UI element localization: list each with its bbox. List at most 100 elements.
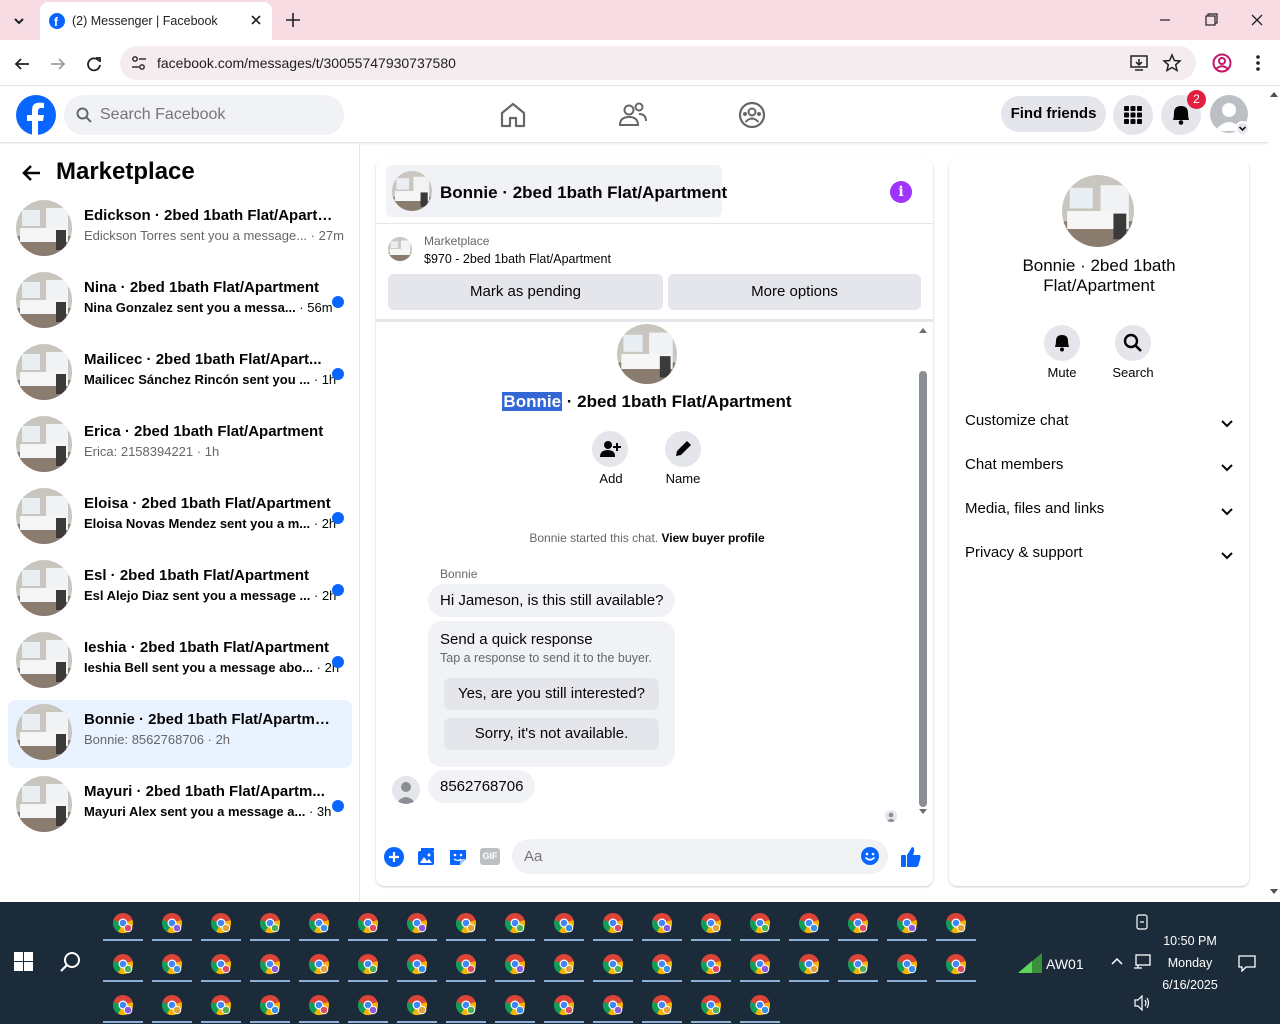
search-in-chat-button[interactable] <box>1115 325 1151 361</box>
emoji-icon[interactable] <box>860 846 880 866</box>
chrome-window-icon[interactable] <box>210 953 232 975</box>
search-box[interactable] <box>64 95 344 135</box>
chrome-window-icon[interactable] <box>504 994 526 1016</box>
chrome-window-icon[interactable] <box>308 953 330 975</box>
chrome-window-icon[interactable] <box>651 912 673 934</box>
bookmark-star-icon[interactable] <box>1162 53 1182 73</box>
facebook-logo-icon[interactable] <box>16 95 56 135</box>
chrome-window-icon[interactable] <box>896 912 918 934</box>
clock-day[interactable]: Monday <box>1152 956 1228 970</box>
back-arrow-icon[interactable] <box>20 161 44 185</box>
conversation-item[interactable]: Mailicec · 2bed 1bath Flat/Apart... Maili… <box>8 340 352 408</box>
info-icon[interactable]: i <box>890 181 912 203</box>
page-scrollbar[interactable] <box>1268 87 1280 902</box>
conversation-item[interactable]: Erica · 2bed 1bath Flat/Apartment Erica: … <box>8 412 352 480</box>
conversation-item[interactable]: Eloisa · 2bed 1bath Flat/Apartment Eloisa… <box>8 484 352 552</box>
gif-icon[interactable]: GIF <box>480 848 500 865</box>
clock-time[interactable]: 10:50 PM <box>1152 934 1228 948</box>
details-section-row[interactable]: Chat members <box>965 456 1235 480</box>
chrome-window-icon[interactable] <box>259 912 281 934</box>
chrome-window-icon[interactable] <box>406 912 428 934</box>
chrome-window-icon[interactable] <box>651 953 673 975</box>
conversation-item[interactable]: Mayuri · 2bed 1bath Flat/Apartm... Mayuri… <box>8 772 352 840</box>
tab-search-dropdown-icon[interactable] <box>6 10 32 32</box>
chrome-window-icon[interactable] <box>651 994 673 1016</box>
chrome-window-icon[interactable] <box>308 912 330 934</box>
snipping-tool-icon[interactable] <box>112 912 134 934</box>
chrome-window-icon[interactable] <box>112 953 134 975</box>
find-friends-button[interactable]: Find friends <box>1001 96 1106 132</box>
details-section-row[interactable]: Customize chat <box>965 412 1235 436</box>
forward-icon[interactable] <box>46 52 70 76</box>
message-composer[interactable] <box>512 839 888 874</box>
chrome-window-icon[interactable] <box>455 912 477 934</box>
chrome-window-icon[interactable] <box>161 953 183 975</box>
chrome-window-icon[interactable] <box>798 953 820 975</box>
close-tab-icon[interactable] <box>246 10 266 30</box>
chrome-window-icon[interactable] <box>798 912 820 934</box>
more-actions-icon[interactable] <box>384 847 404 867</box>
search-input[interactable] <box>100 95 330 135</box>
chrome-window-icon[interactable] <box>700 912 722 934</box>
conversation-item[interactable]: Nina · 2bed 1bath Flat/Apartment Nina Gon… <box>8 268 352 336</box>
chrome-window-icon[interactable] <box>308 994 330 1016</box>
network-monitor-icon[interactable] <box>1133 954 1151 970</box>
chrome-window-icon[interactable] <box>210 994 232 1016</box>
browser-tab[interactable]: f (2) Messenger | Facebook <box>40 2 272 40</box>
sticker-icon[interactable] <box>448 847 468 867</box>
chrome-window-icon[interactable] <box>553 912 575 934</box>
mute-button[interactable] <box>1044 325 1080 361</box>
chrome-window-icon[interactable] <box>504 912 526 934</box>
friends-icon[interactable] <box>617 99 649 131</box>
chrome-window-icon[interactable] <box>357 953 379 975</box>
chrome-window-icon[interactable] <box>945 912 967 934</box>
add-person-button[interactable] <box>592 431 628 467</box>
chrome-menu-icon[interactable] <box>1250 52 1266 74</box>
chrome-window-icon[interactable] <box>210 912 232 934</box>
more-options-button[interactable]: More options <box>668 274 921 310</box>
clock-date[interactable]: 6/16/2025 <box>1152 978 1228 992</box>
chrome-window-icon[interactable] <box>259 953 281 975</box>
chrome-window-icon[interactable] <box>847 953 869 975</box>
chrome-window-icon[interactable] <box>602 953 624 975</box>
conversation-item[interactable]: Ieshia · 2bed 1bath Flat/Apartment Ieshia… <box>8 628 352 696</box>
site-info-icon[interactable] <box>130 55 148 71</box>
address-bar[interactable]: facebook.com/messages/t/3005574793073758… <box>120 46 1196 80</box>
chrome-window-icon[interactable] <box>161 994 183 1016</box>
chrome-window-icon[interactable] <box>749 912 771 934</box>
chrome-window-icon[interactable] <box>112 994 134 1016</box>
chrome-window-icon[interactable] <box>945 953 967 975</box>
chat-scrollbar-thumb[interactable] <box>919 371 927 807</box>
chrome-window-icon[interactable] <box>602 912 624 934</box>
taskbar-search-icon[interactable] <box>60 951 82 973</box>
chrome-window-icon[interactable] <box>259 994 281 1016</box>
edit-name-button[interactable] <box>665 431 701 467</box>
show-hidden-icons-chevron[interactable] <box>1110 956 1124 966</box>
like-thumb-icon[interactable] <box>899 845 923 869</box>
mark-as-pending-button[interactable]: Mark as pending <box>388 274 663 310</box>
new-tab-icon[interactable] <box>282 9 304 31</box>
windows-start-icon[interactable] <box>14 952 34 972</box>
account-chevron-icon[interactable] <box>1235 121 1250 136</box>
chrome-window-icon[interactable] <box>455 994 477 1016</box>
chrome-window-icon[interactable] <box>357 912 379 934</box>
view-buyer-profile-link[interactable]: View buyer profile <box>661 531 764 545</box>
restore-window-icon[interactable] <box>1196 8 1226 32</box>
attach-photo-icon[interactable] <box>416 847 436 867</box>
close-window-icon[interactable] <box>1242 8 1272 32</box>
quick-reply-sorry-button[interactable]: Sorry, it's not available. <box>444 718 659 750</box>
install-app-icon[interactable] <box>1130 54 1150 72</box>
conversation-item[interactable]: Esl · 2bed 1bath Flat/Apartment Esl Alejo… <box>8 556 352 624</box>
chrome-window-icon[interactable] <box>602 994 624 1016</box>
chrome-window-icon[interactable] <box>406 994 428 1016</box>
menu-grid-button[interactable] <box>1113 95 1153 135</box>
details-section-row[interactable]: Privacy & support <box>965 544 1235 568</box>
network-signal-icon[interactable] <box>1018 953 1042 973</box>
chrome-window-icon[interactable] <box>406 953 428 975</box>
back-icon[interactable] <box>10 52 34 76</box>
sender-avatar[interactable] <box>392 776 420 804</box>
details-section-row[interactable]: Media, files and links <box>965 500 1235 524</box>
chrome-window-icon[interactable] <box>700 994 722 1016</box>
minimize-window-icon[interactable] <box>1150 8 1180 32</box>
conversation-item[interactable]: Edickson · 2bed 1bath Flat/Apartm... Edic… <box>8 196 352 264</box>
